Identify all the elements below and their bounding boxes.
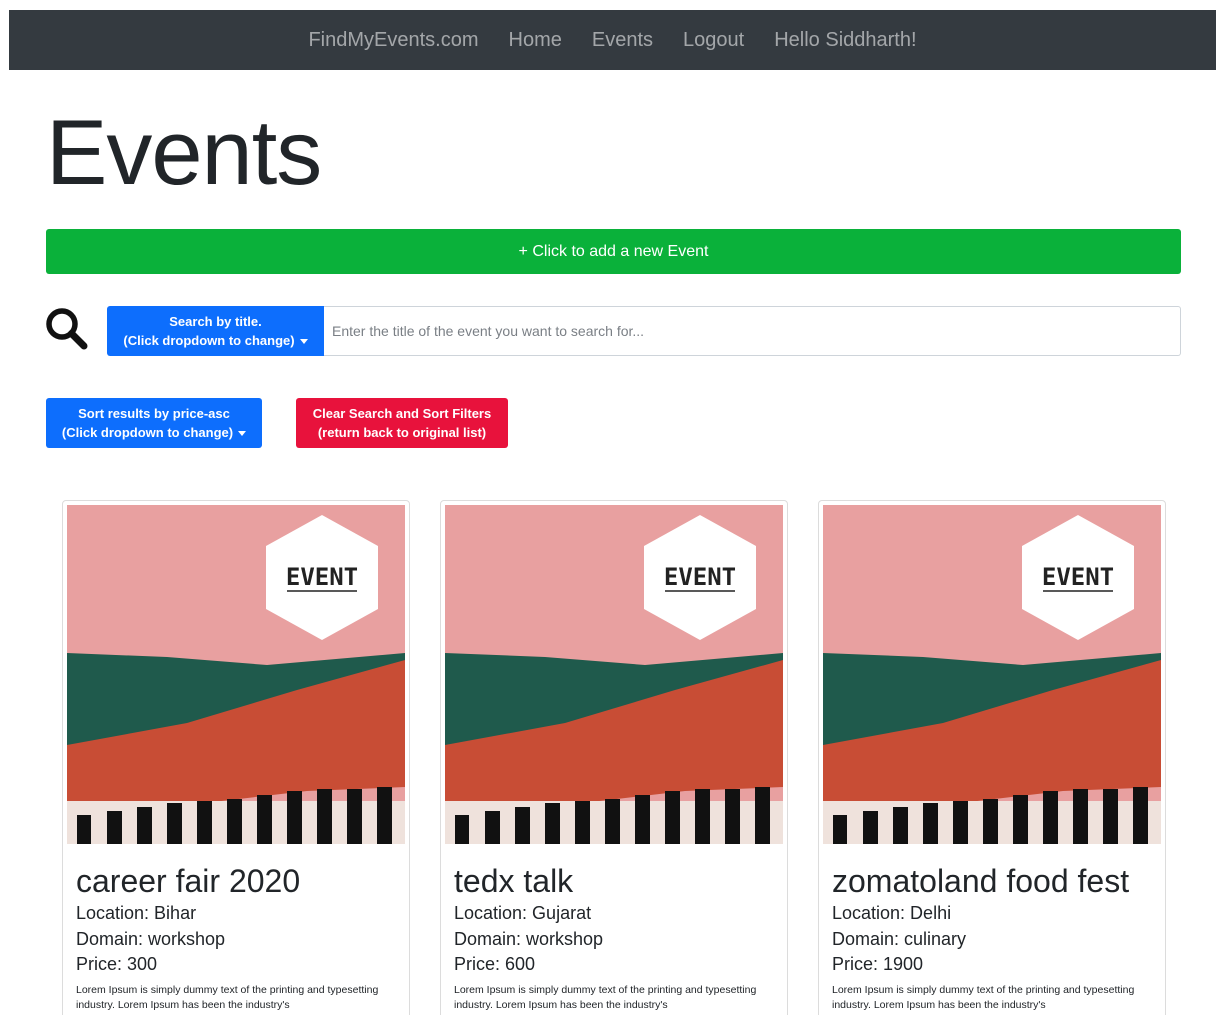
- nav-link-home[interactable]: Home: [509, 29, 562, 52]
- event-description: Lorem Ipsum is simply dummy text of the …: [76, 983, 379, 1011]
- event-price: Price: 1900: [832, 954, 924, 974]
- event-description: Lorem Ipsum is simply dummy text of the …: [832, 983, 1135, 1011]
- clear-label-line2: (return back to original list): [317, 425, 487, 440]
- event-card[interactable]: EVENT zomatoland food fest Location: Del…: [818, 500, 1166, 1015]
- event-poster-image: EVENT: [445, 505, 783, 844]
- event-location: Location: Gujarat: [454, 903, 592, 923]
- search-input[interactable]: [324, 306, 1181, 356]
- event-title[interactable]: career fair 2020: [76, 861, 406, 901]
- nav-link-events[interactable]: Events: [592, 29, 653, 52]
- event-price: Price: 600: [454, 954, 536, 974]
- event-poster-image: EVENT: [67, 505, 405, 844]
- clear-filters-button[interactable]: Clear Search and Sort Filters (return ba…: [296, 398, 508, 448]
- search-icon: [46, 308, 88, 350]
- add-event-button[interactable]: + Click to add a new Event: [46, 229, 1181, 274]
- event-card-body: tedx talk Location: Gujarat Domain: work…: [454, 847, 784, 1013]
- event-domain: Domain: workshop: [454, 928, 604, 949]
- event-domain: Domain: culinary: [832, 928, 967, 949]
- event-price: Price: 300: [76, 954, 158, 974]
- event-card[interactable]: EVENT tedx talk Location: Gujarat Domain…: [440, 500, 788, 1015]
- poster-badge-text: EVENT: [286, 563, 358, 591]
- poster-badge-text: EVENT: [664, 563, 736, 591]
- event-location: Location: Delhi: [832, 903, 952, 923]
- page-title: Events: [46, 102, 322, 204]
- event-card[interactable]: EVENT career fair 2020 Location: Bihar D…: [62, 500, 410, 1015]
- search-mode-dropdown[interactable]: Search by title. (Click dropdown to chan…: [107, 306, 324, 356]
- chevron-down-icon: [299, 339, 308, 345]
- event-description: Lorem Ipsum is simply dummy text of the …: [454, 983, 757, 1011]
- clear-label-line1: Clear Search and Sort Filters: [312, 406, 492, 421]
- search-mode-line2: (Click dropdown to change): [123, 333, 295, 348]
- sort-label-line2: (Click dropdown to change): [61, 425, 234, 440]
- nav-user-greeting[interactable]: Hello Siddharth!: [774, 29, 916, 52]
- nav-brand[interactable]: FindMyEvents.com: [308, 29, 478, 52]
- nav-link-logout[interactable]: Logout: [683, 29, 744, 52]
- event-domain: Domain: workshop: [76, 928, 226, 949]
- event-card-body: zomatoland food fest Location: Delhi Dom…: [832, 847, 1162, 1013]
- sort-dropdown-button[interactable]: Sort results by price-asc (Click dropdow…: [46, 398, 262, 448]
- event-location: Location: Bihar: [76, 903, 197, 923]
- clear-label: Clear Search and Sort Filters (return ba…: [313, 404, 491, 442]
- event-card-body: career fair 2020 Location: Bihar Domain:…: [76, 847, 406, 1013]
- sort-label: Sort results by price-asc (Click dropdow…: [61, 404, 247, 442]
- event-title[interactable]: zomatoland food fest: [832, 861, 1162, 901]
- search-mode-label: Search by title. (Click dropdown to chan…: [123, 312, 308, 350]
- top-navbar: FindMyEvents.com Home Events Logout Hell…: [9, 10, 1216, 70]
- event-title[interactable]: tedx talk: [454, 861, 784, 901]
- event-poster-image: EVENT: [823, 505, 1161, 844]
- sort-label-line1: Sort results by price-asc: [78, 406, 230, 421]
- chevron-down-icon: [238, 431, 247, 437]
- poster-badge-text: EVENT: [1042, 563, 1114, 591]
- search-mode-line1: Search by title.: [169, 314, 262, 329]
